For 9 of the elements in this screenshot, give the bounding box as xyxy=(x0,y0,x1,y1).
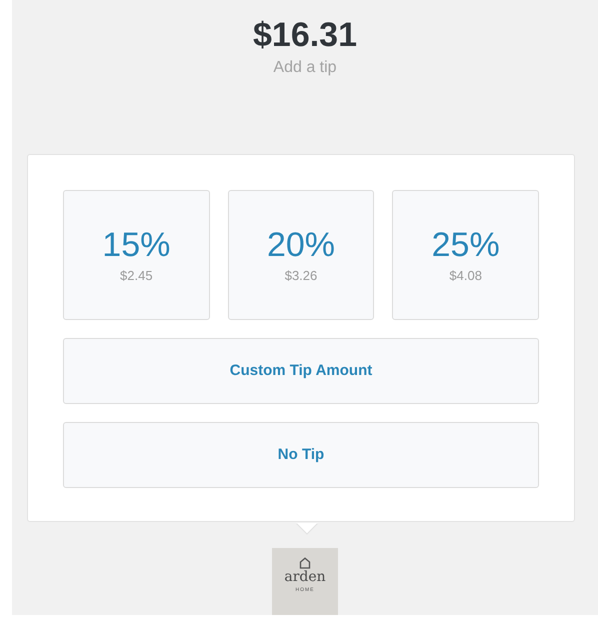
tip-option-button[interactable]: 25% $4.08 xyxy=(392,190,539,320)
total-amount: $16.31 xyxy=(253,15,357,56)
tip-button[interactable]: Custom Tip Amount xyxy=(63,338,539,404)
tip-option-button[interactable]: 20% $3.26 xyxy=(228,190,374,320)
house-icon xyxy=(299,557,311,570)
add-tip-label: Add a tip xyxy=(273,58,337,78)
tip-button[interactable]: No Tip xyxy=(63,422,539,488)
logo-name: arden xyxy=(284,569,326,586)
tip-option-button[interactable]: 15% $2.45 xyxy=(63,190,210,320)
